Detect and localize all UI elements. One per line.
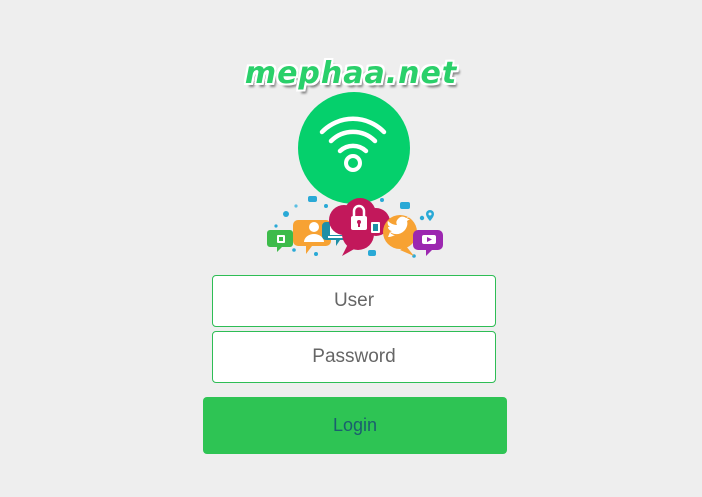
linkedin-bubble-icon <box>267 230 293 252</box>
devices-icon <box>371 222 380 233</box>
wifi-badge <box>298 92 410 204</box>
lock-cloud-icon <box>329 198 390 256</box>
location-pin-icon <box>426 210 434 221</box>
youtube-bubble-icon <box>413 230 443 256</box>
login-button[interactable]: Login <box>203 397 507 454</box>
twitter-bubble-icon <box>383 215 417 256</box>
wifi-icon <box>319 116 387 172</box>
brand-logo-text: mephaa.net <box>244 56 458 91</box>
social-media-illustration <box>267 196 443 258</box>
login-page: mephaa.net User Login <box>0 0 702 497</box>
password-input[interactable] <box>212 331 496 383</box>
username-input[interactable] <box>212 275 496 327</box>
